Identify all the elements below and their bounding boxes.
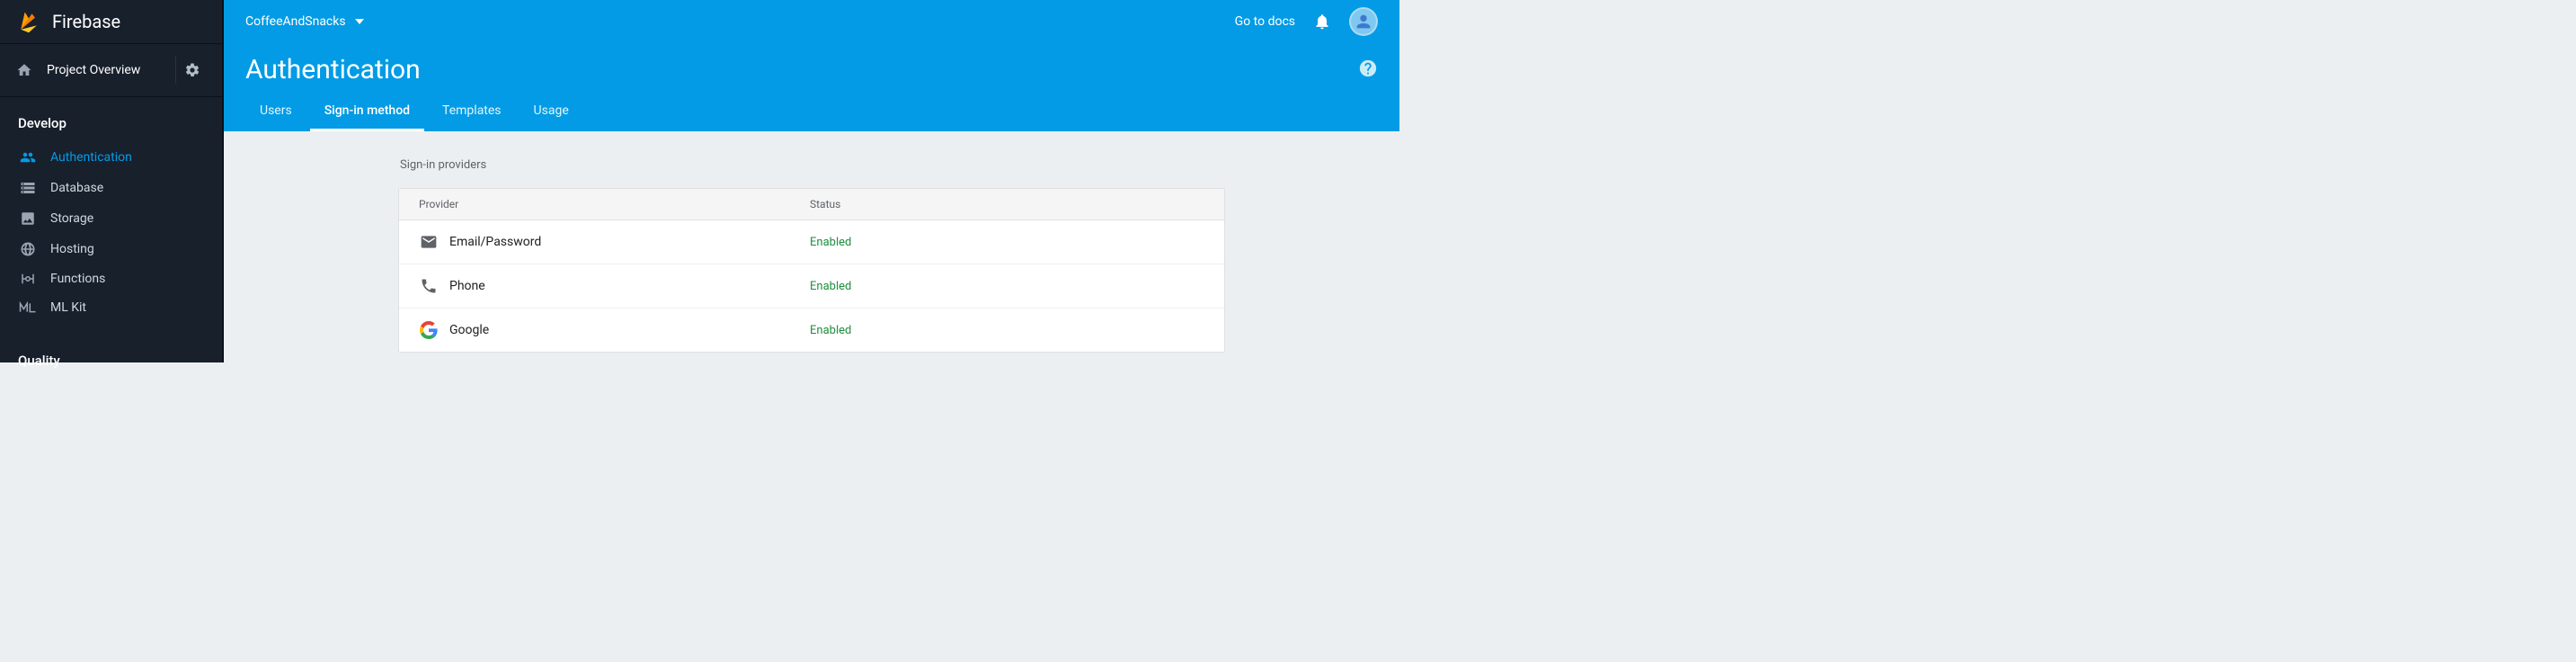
sidebar-item-database[interactable]: Database bbox=[0, 173, 222, 203]
project-selector[interactable]: CoffeeAndSnacks bbox=[245, 14, 364, 29]
table-row[interactable]: Email/Password Enabled bbox=[399, 220, 1224, 264]
providers-table: Provider Status Email/Password Enabled bbox=[398, 188, 1225, 353]
help-icon bbox=[1358, 58, 1378, 78]
phone-icon bbox=[419, 276, 439, 296]
help-button[interactable] bbox=[1358, 58, 1378, 78]
section-title-develop: Develop bbox=[0, 97, 222, 142]
providers-section-title: Sign-in providers bbox=[398, 158, 1225, 172]
sidebar-item-label: Hosting bbox=[50, 242, 94, 256]
tab-usage[interactable]: Usage bbox=[520, 93, 583, 131]
column-status: Status bbox=[810, 198, 1204, 210]
project-overview-row[interactable]: Project Overview bbox=[0, 43, 222, 97]
sidebar-item-hosting[interactable]: Hosting bbox=[0, 234, 222, 264]
sidebar-item-authentication[interactable]: Authentication bbox=[0, 142, 222, 173]
notifications-button[interactable] bbox=[1313, 13, 1331, 31]
firebase-logo-icon bbox=[16, 9, 52, 34]
google-icon bbox=[419, 320, 439, 340]
project-overview-label: Project Overview bbox=[47, 63, 140, 77]
brand-name: Firebase bbox=[52, 11, 120, 32]
tab-templates[interactable]: Templates bbox=[428, 93, 516, 131]
brand[interactable]: Firebase bbox=[0, 0, 222, 43]
go-to-docs-link[interactable]: Go to docs bbox=[1235, 14, 1295, 29]
provider-status: Enabled bbox=[810, 280, 1204, 293]
providers-section: Sign-in providers Provider Status Email/… bbox=[398, 158, 1225, 353]
sidebar-item-storage[interactable]: Storage bbox=[0, 203, 222, 234]
sidebar-item-label: Authentication bbox=[50, 150, 132, 165]
globe-icon bbox=[18, 241, 38, 257]
person-icon bbox=[1354, 12, 1373, 31]
provider-name: Email/Password bbox=[449, 235, 541, 249]
tab-users[interactable]: Users bbox=[245, 93, 306, 131]
people-icon bbox=[18, 149, 38, 166]
functions-icon bbox=[18, 273, 38, 285]
page-header: Authentication Users Sign-in method Temp… bbox=[224, 43, 1399, 131]
provider-name: Phone bbox=[449, 279, 485, 293]
sidebar-item-label: Database bbox=[50, 181, 103, 195]
column-provider: Provider bbox=[419, 198, 810, 210]
sidebar: Firebase Project Overview Develop Authen… bbox=[0, 0, 224, 362]
provider-status: Enabled bbox=[810, 236, 1204, 249]
bell-icon bbox=[1313, 13, 1331, 31]
table-row[interactable]: Phone Enabled bbox=[399, 264, 1224, 309]
caret-down-icon bbox=[355, 19, 364, 24]
tab-signin-method[interactable]: Sign-in method bbox=[310, 93, 424, 131]
provider-name: Google bbox=[449, 323, 489, 337]
user-avatar[interactable] bbox=[1349, 7, 1378, 36]
mlkit-icon bbox=[18, 301, 38, 314]
sidebar-item-functions[interactable]: Functions bbox=[0, 264, 222, 293]
gear-icon bbox=[184, 62, 200, 78]
sidebar-item-mlkit[interactable]: ML Kit bbox=[0, 293, 222, 322]
sidebar-item-label: Storage bbox=[50, 211, 93, 226]
project-name: CoffeeAndSnacks bbox=[245, 14, 346, 29]
topbar: CoffeeAndSnacks Go to docs bbox=[224, 0, 1399, 43]
storage-icon bbox=[18, 210, 38, 227]
home-icon bbox=[14, 62, 34, 78]
table-row[interactable]: Google Enabled bbox=[399, 309, 1224, 352]
section-title-quality: Quality bbox=[0, 338, 222, 380]
tabs: Users Sign-in method Templates Usage bbox=[245, 93, 1378, 131]
email-icon bbox=[419, 232, 439, 252]
content: Sign-in providers Provider Status Email/… bbox=[224, 131, 1399, 362]
provider-status: Enabled bbox=[810, 324, 1204, 337]
nav-develop: Authentication Database Storage Hosting … bbox=[0, 142, 222, 322]
database-icon bbox=[18, 180, 38, 196]
table-header: Provider Status bbox=[399, 189, 1224, 220]
sidebar-item-label: Functions bbox=[50, 272, 105, 286]
page-title: Authentication bbox=[245, 43, 421, 93]
settings-button[interactable] bbox=[175, 57, 208, 84]
sidebar-item-label: ML Kit bbox=[50, 300, 86, 315]
main: CoffeeAndSnacks Go to docs Authenticatio… bbox=[224, 0, 1399, 362]
